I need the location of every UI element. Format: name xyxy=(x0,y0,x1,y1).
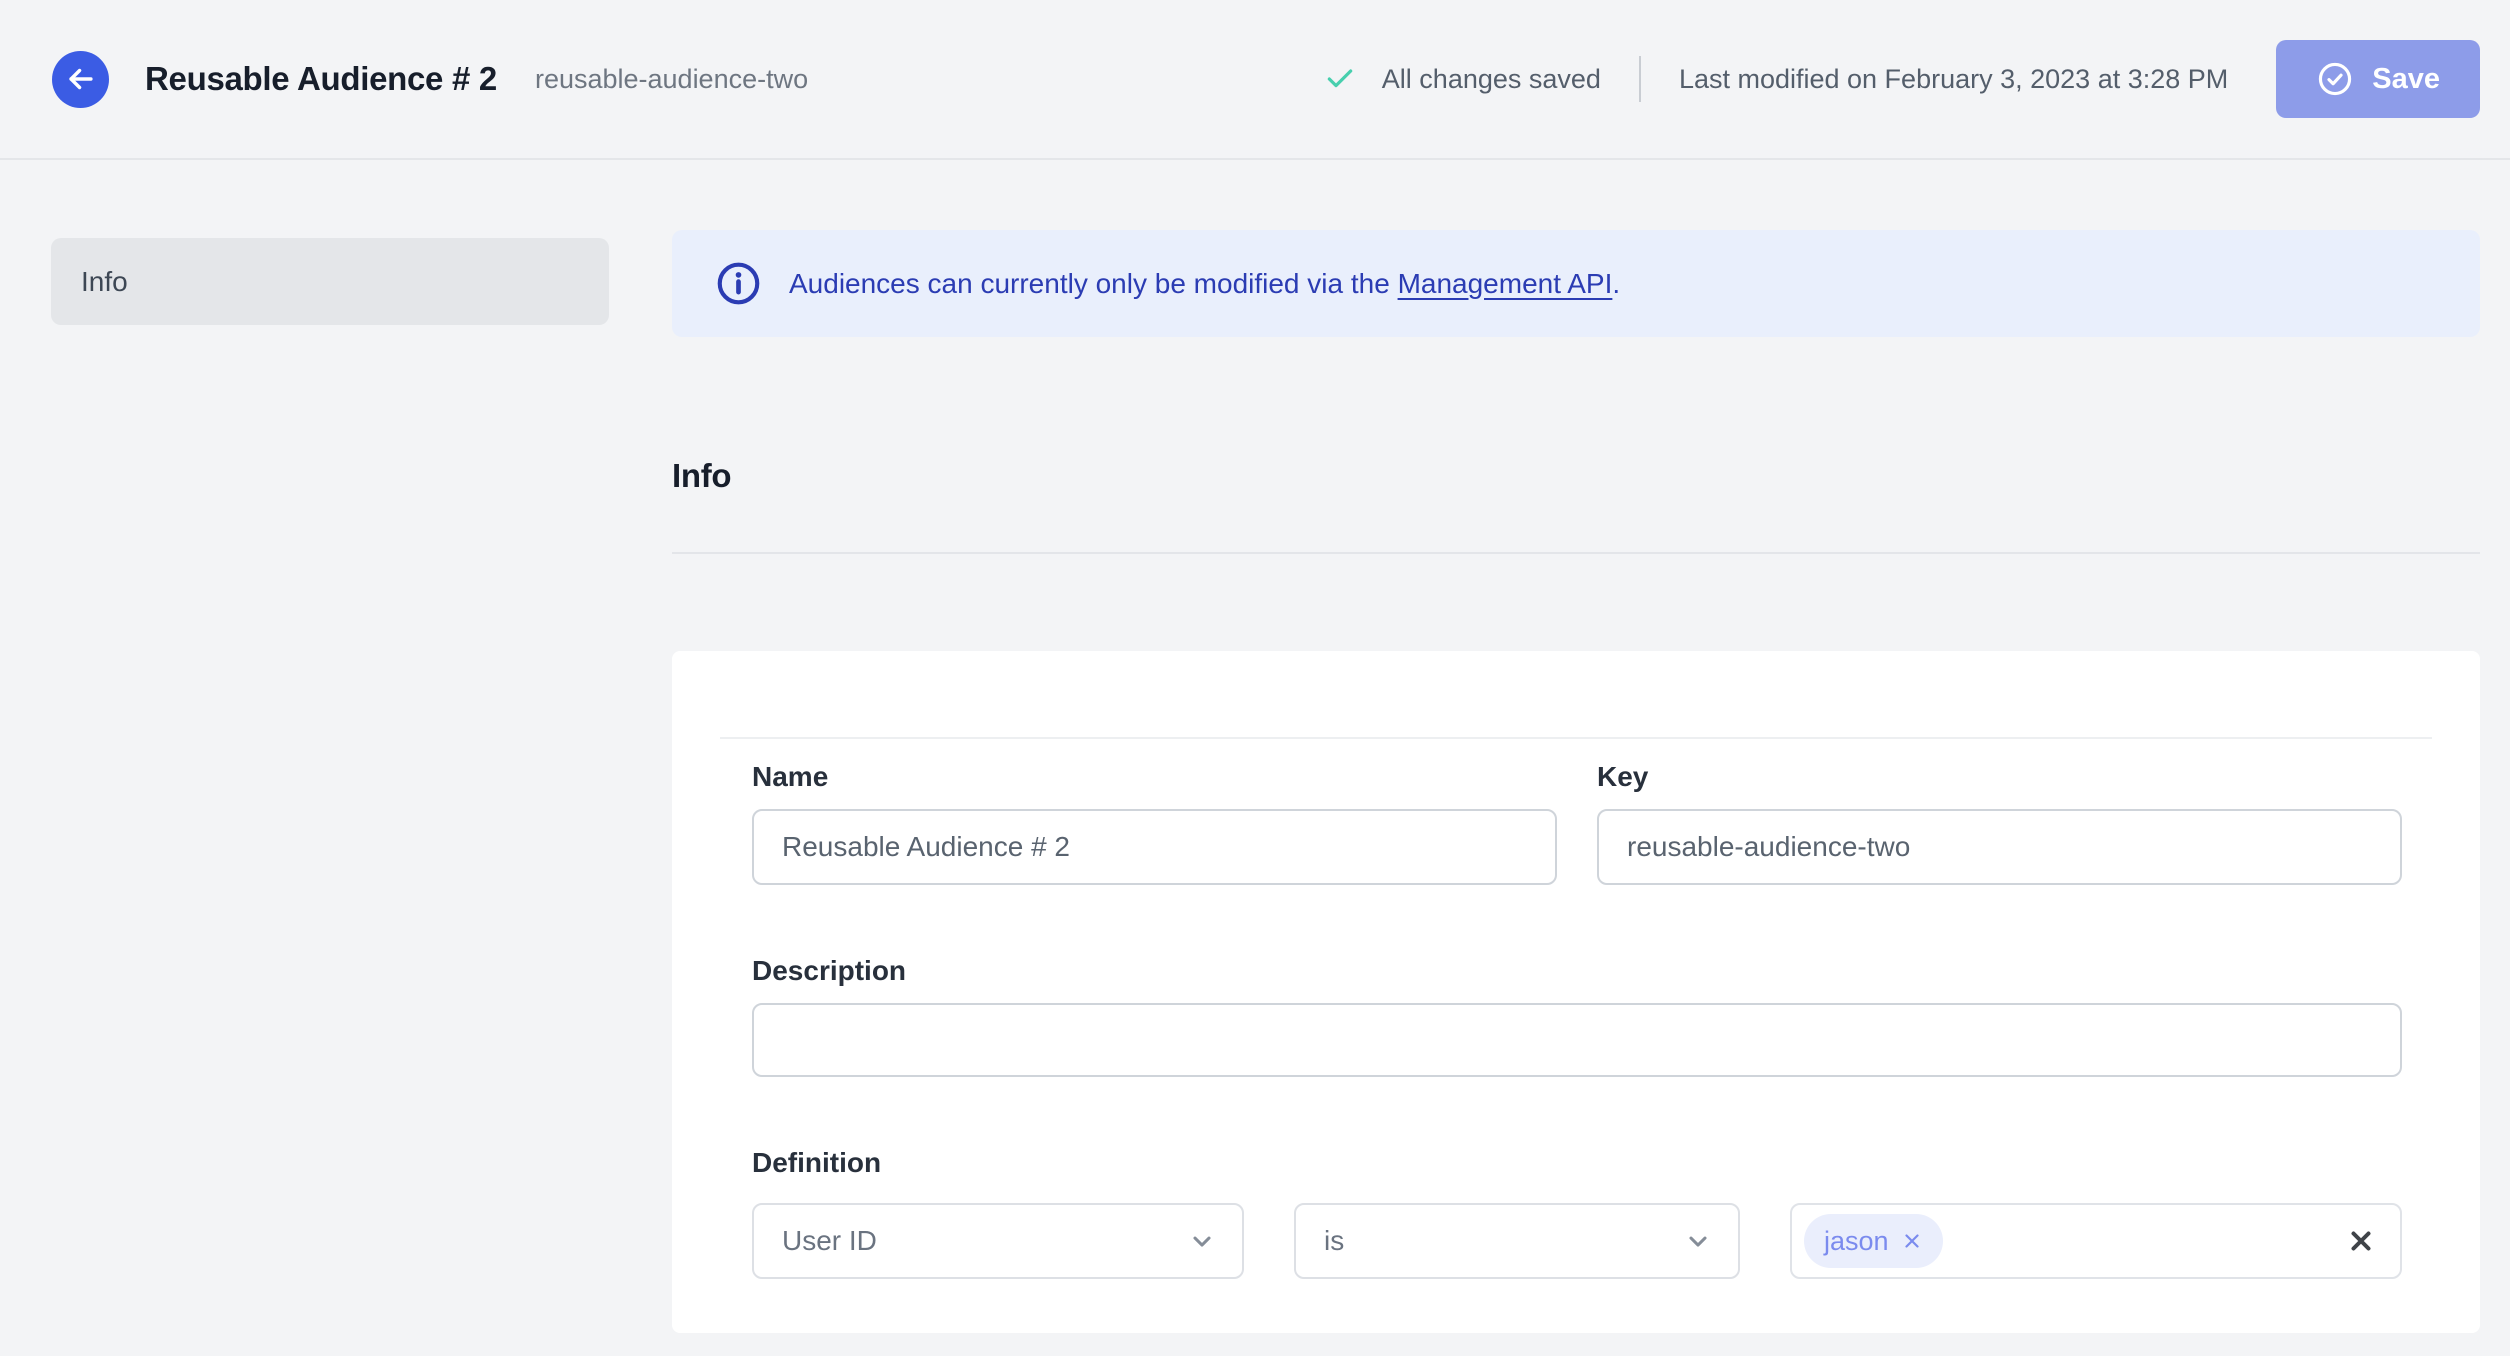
values-input[interactable]: jason xyxy=(1790,1203,2402,1279)
header-divider xyxy=(1638,56,1641,102)
name-field-group: Name xyxy=(752,761,1557,885)
value-chip: jason xyxy=(1804,1214,1943,1268)
description-label: Description xyxy=(752,955,907,986)
key-field-group: Key xyxy=(1597,761,2402,885)
info-icon xyxy=(716,261,761,306)
management-api-link[interactable]: Management API xyxy=(1398,268,1613,299)
main-body: Info Audiences can currently only be mod… xyxy=(0,160,2510,1356)
chip-label: jason xyxy=(1824,1225,1889,1256)
sidebar: Info xyxy=(0,160,672,325)
info-banner: Audiences can currently only be modified… xyxy=(672,230,2480,337)
key-input[interactable] xyxy=(1597,809,2402,885)
save-button-label: Save xyxy=(2372,62,2440,95)
name-label: Name xyxy=(752,761,829,792)
section-divider xyxy=(672,552,2480,554)
saved-status-label: All changes saved xyxy=(1381,63,1601,94)
description-input[interactable] xyxy=(752,1003,2402,1077)
key-label: Key xyxy=(1597,761,1649,792)
remove-chip-icon[interactable] xyxy=(1901,1230,1923,1252)
chevron-down-icon xyxy=(1684,1227,1712,1255)
definition-field-group: Definition User ID is jason xyxy=(752,1147,2402,1279)
name-input[interactable] xyxy=(752,809,1557,885)
clear-values-icon[interactable] xyxy=(2346,1226,2376,1256)
section-title: Info xyxy=(672,457,732,494)
info-card: Name Key Description Definition xyxy=(672,651,2480,1333)
sidebar-item-label: Info xyxy=(81,265,128,297)
check-icon xyxy=(1324,63,1356,95)
audience-editor-page: Reusable Audience # 2 reusable-audience-… xyxy=(0,0,2510,1356)
operator-select[interactable]: is xyxy=(1294,1203,1740,1279)
definition-label: Definition xyxy=(752,1147,882,1178)
attribute-select-value: User ID xyxy=(782,1225,877,1256)
page-title: Reusable Audience # 2 xyxy=(145,60,497,97)
arrow-left-icon xyxy=(64,62,98,96)
attribute-select[interactable]: User ID xyxy=(752,1203,1244,1279)
last-modified-text: Last modified on February 3, 2023 at 3:2… xyxy=(1678,63,2229,94)
content: Audiences can currently only be modified… xyxy=(672,160,2480,1333)
saved-status: All changes saved xyxy=(1324,63,1601,95)
back-button[interactable] xyxy=(52,50,109,108)
header: Reusable Audience # 2 reusable-audience-… xyxy=(0,0,2510,160)
audience-form: Name Key Description Definition xyxy=(672,739,2480,1279)
chevron-down-icon xyxy=(1188,1227,1216,1255)
description-field-group: Description xyxy=(752,955,2402,1077)
sidebar-item-info[interactable]: Info xyxy=(51,238,609,325)
save-button[interactable]: Save xyxy=(2276,40,2480,118)
audience-key-text: reusable-audience-two xyxy=(534,63,809,94)
operator-select-value: is xyxy=(1324,1225,1345,1256)
circle-check-icon xyxy=(2316,60,2354,98)
banner-text: Audiences can currently only be modified… xyxy=(789,267,1621,299)
